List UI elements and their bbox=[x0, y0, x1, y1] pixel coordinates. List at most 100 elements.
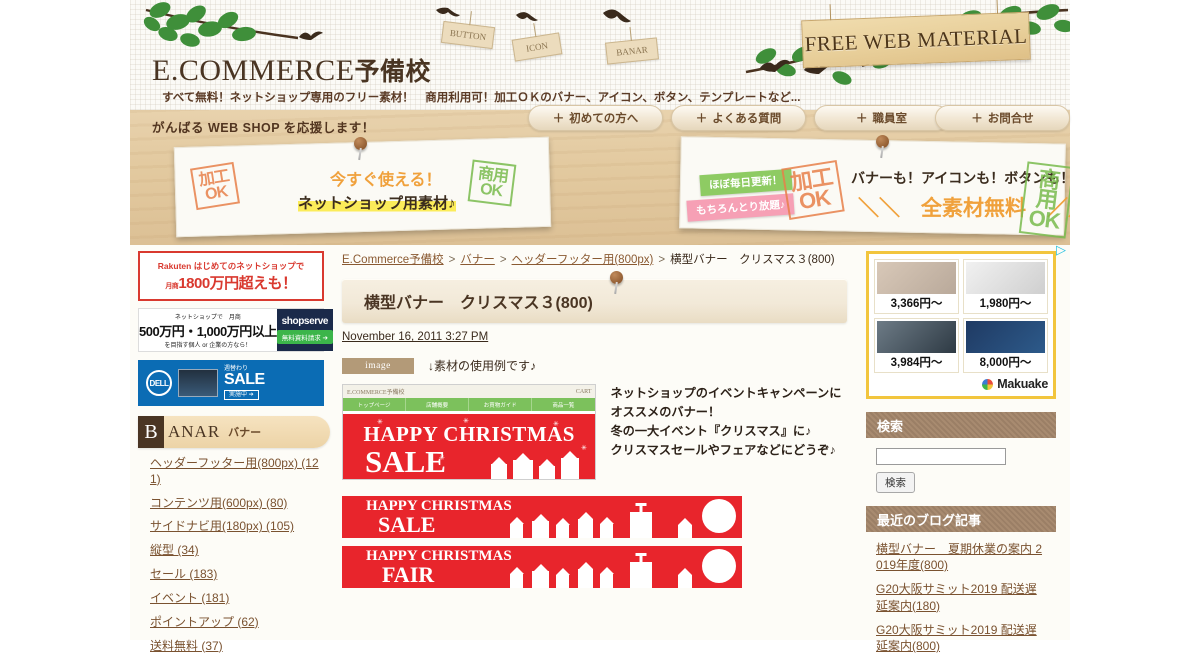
house-shape bbox=[600, 574, 613, 588]
makuake-item[interactable]: 8,000円～ bbox=[963, 318, 1048, 373]
blog-post-link[interactable]: G20大阪サミット2019 配送遅延案内(800) bbox=[876, 622, 1046, 654]
bird-icon bbox=[299, 31, 323, 40]
makuake-item[interactable]: 3,984円～ bbox=[874, 318, 959, 373]
sample-row: E.COMMERCE予備校 CART トップページ 店舗概要 お買物ガイド 商品… bbox=[342, 384, 850, 480]
blog-post-link[interactable]: 横型バナー 夏期休業の案内 2019年度(800) bbox=[876, 541, 1046, 573]
ad-makuake[interactable]: ▷ 3,366円～ 1,980円～ 3,984円～ 8,000円～ Makuak… bbox=[866, 242, 1066, 399]
nav-label: 職員室 bbox=[872, 113, 908, 125]
stamp-kakou-ok: 加工 OK bbox=[781, 159, 845, 221]
nav-label: よくある質問 bbox=[712, 113, 782, 125]
makuake-item-image bbox=[966, 262, 1045, 294]
hangtag-icon: ICON bbox=[511, 32, 563, 62]
ad-shopserve[interactable]: ネットショップで 月商 500万円・1,000万円以上 を目指す個人 or 企業… bbox=[138, 308, 333, 352]
image-tag-badge: image bbox=[342, 357, 414, 374]
plus-icon: ＋ bbox=[695, 113, 708, 125]
makuake-item-price: 8,000円～ bbox=[979, 357, 1032, 369]
church-shape bbox=[630, 512, 652, 538]
usage-note: ↓素材の使用例です♪ bbox=[428, 359, 537, 373]
category-link[interactable]: サイドナビ用(180px) (105) bbox=[150, 519, 322, 535]
shopserve-brand-block: shopserve 無料資料請求 ➔ bbox=[276, 309, 333, 351]
nav-button-faq[interactable]: ＋ よくある質問 bbox=[671, 105, 806, 131]
page-title: 横型バナー クリスマス３(800) bbox=[364, 295, 593, 312]
shopserve-line-a: ネットショップで 月商 bbox=[174, 314, 241, 321]
site-tagline: すべて無料！ネットショップ専用のフリー素材！ 商用利用可！加工ＯＫのバナー、アイ… bbox=[162, 92, 801, 104]
shopserve-line-b: 500万円・1,000万円以上 bbox=[139, 323, 277, 339]
search-input[interactable] bbox=[876, 448, 1006, 465]
dell-logo: DELL bbox=[146, 370, 172, 396]
breadcrumb-separator: > bbox=[448, 254, 456, 266]
makuake-logo-icon bbox=[982, 378, 994, 390]
church-shape bbox=[630, 562, 652, 588]
category-link[interactable]: ヘッダーフッター用(800px) (121) bbox=[150, 456, 322, 488]
star-icon: ✳ bbox=[439, 455, 445, 462]
free-web-material-sign: FREE WEB MATERIAL bbox=[801, 11, 1031, 69]
house-shape bbox=[491, 464, 507, 479]
category-header-banar: B ANAR バナー bbox=[138, 416, 330, 448]
house-shape bbox=[532, 521, 549, 538]
nav-button-staffroom[interactable]: ＋ 職員室 bbox=[814, 105, 949, 131]
search-button[interactable]: 検索 bbox=[876, 472, 915, 493]
makuake-footer: Makuake bbox=[874, 373, 1048, 391]
bird-icon bbox=[516, 12, 538, 21]
star-icon: ✳ bbox=[581, 445, 587, 452]
hangtag-label: BUTTON bbox=[449, 27, 487, 43]
category-link[interactable]: セール (183) bbox=[150, 567, 322, 583]
dell-line3: 実施中 ➔ bbox=[224, 390, 259, 400]
plus-icon: ＋ bbox=[971, 113, 983, 125]
makuake-item[interactable]: 1,980円～ bbox=[963, 259, 1048, 314]
makuake-item-image bbox=[877, 262, 956, 294]
makuake-item-price: 1,980円～ bbox=[979, 298, 1032, 310]
shopserve-copy: ネットショップで 月商 500万円・1,000万円以上 を目指す個人 or 企業… bbox=[139, 309, 277, 351]
blog-section-heading: 最近のブログ記事 bbox=[866, 506, 1056, 532]
adchoices-icon[interactable]: ▷ bbox=[1056, 242, 1066, 258]
moon-shape bbox=[702, 549, 736, 583]
category-link[interactable]: 送料無料 (37) bbox=[150, 639, 322, 654]
banner-line2: SALE bbox=[365, 444, 446, 479]
search-section-body: 検索 bbox=[866, 438, 1056, 493]
breadcrumb-link-home[interactable]: E.Commerce予備校 bbox=[342, 254, 444, 266]
nav-button-contact[interactable]: ＋ お問合せ bbox=[935, 105, 1070, 131]
site-title-en: E.COMMERCE bbox=[152, 54, 355, 87]
makuake-item-price: 3,984円～ bbox=[890, 357, 943, 369]
category-initial: B bbox=[138, 416, 164, 448]
category-link-list: ヘッダーフッター用(800px) (121) コンテンツ用(600px) (80… bbox=[138, 456, 322, 654]
screenshot-nav-item: トップページ bbox=[343, 398, 407, 411]
hangtag-label: BANAR bbox=[615, 44, 649, 58]
breadcrumb-link-banner[interactable]: バナー bbox=[460, 254, 495, 266]
screenshot-brand: E.COMMERCE予備校 bbox=[347, 390, 405, 396]
house-shape bbox=[678, 575, 692, 588]
blog-post-link[interactable]: G20大阪サミット2019 配送遅延案内(180) bbox=[876, 581, 1046, 613]
makuake-brand: Makuake bbox=[997, 377, 1048, 391]
breadcrumb-link-headerfooter[interactable]: ヘッダーフッター用(800px) bbox=[512, 254, 654, 266]
banner-fair[interactable]: HAPPY CHRISTMAS FAIR bbox=[342, 546, 742, 588]
ad-rakuten-line2: 月商1800万円超えも！ bbox=[165, 272, 297, 293]
category-link[interactable]: ポイントアップ (62) bbox=[150, 615, 322, 631]
house-shape bbox=[556, 575, 569, 588]
category-link[interactable]: イベント (181) bbox=[150, 591, 322, 607]
makuake-item-price: 3,366円～ bbox=[890, 298, 943, 310]
nav-button-beginners[interactable]: ＋ 初めての方へ bbox=[528, 105, 663, 131]
breadcrumb-separator: > bbox=[499, 254, 507, 266]
house-shape bbox=[600, 524, 613, 538]
banner-fair-art: HAPPY CHRISTMAS FAIR bbox=[342, 546, 742, 588]
house-shape bbox=[556, 525, 569, 538]
ad-dell[interactable]: DELL 週替わり SALE 実施中 ➔ bbox=[138, 360, 324, 406]
hero-left-line1: 今すぐ使える！ bbox=[330, 172, 442, 189]
screenshot-nav-item: 商品一覧 bbox=[532, 398, 596, 411]
ad-rakuten[interactable]: Rakuten はじめてのネットショップで 月商1800万円超えも！ bbox=[138, 251, 324, 301]
site-title: E.COMMERCE予備校 bbox=[152, 52, 431, 88]
screenshot-cart-label: CART bbox=[575, 388, 592, 395]
star-icon: ✳ bbox=[553, 421, 559, 428]
category-link[interactable]: コンテンツ用(600px) (80) bbox=[150, 496, 322, 512]
makuake-item[interactable]: 3,366円～ bbox=[874, 259, 959, 314]
item-description: ネットショップのイベントキャンペーンにオススメのバナー！ 冬の一大イベント『クリ… bbox=[610, 386, 842, 457]
dell-monitor-image bbox=[178, 369, 218, 397]
banner-sale-art: HAPPY CHRISTMAS SALE bbox=[342, 496, 742, 538]
nav-label: お問合せ bbox=[987, 113, 1034, 125]
category-link[interactable]: 縦型 (34) bbox=[150, 543, 322, 559]
shopserve-cta-button[interactable]: 無料資料請求 ➔ bbox=[276, 330, 333, 344]
rakuten-copy: はじめてのネットショップで bbox=[193, 260, 305, 271]
breadcrumb-separator: > bbox=[658, 254, 666, 266]
banner-sale[interactable]: HAPPY CHRISTMAS SALE bbox=[342, 496, 742, 538]
site-page: BUTTON ICON BANAR FREE WEB MATERIAL E.CO… bbox=[130, 0, 1070, 653]
